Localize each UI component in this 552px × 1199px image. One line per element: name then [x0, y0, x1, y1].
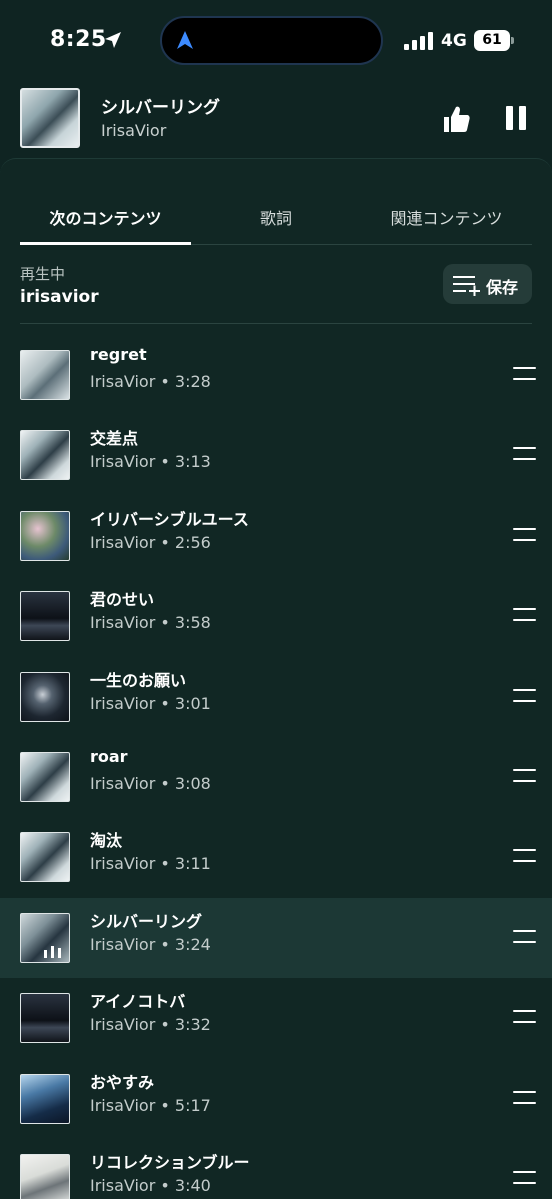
- track-artwork: [20, 430, 70, 481]
- drag-handle-icon[interactable]: [513, 849, 536, 863]
- track-artwork: [20, 751, 70, 802]
- tab-related[interactable]: 関連コンテンツ: [361, 205, 532, 229]
- queue-item[interactable]: roar IrisaVior • 3:08: [0, 737, 552, 817]
- signal-bars-icon: [404, 32, 433, 50]
- queue-item[interactable]: 淘汰 IrisaVior • 3:11: [0, 817, 552, 897]
- track-title: 交差点: [90, 429, 139, 449]
- queue-item[interactable]: 一生のお願い IrisaVior • 3:01: [0, 657, 552, 737]
- active-tab-indicator: [20, 242, 191, 245]
- track-title: 君のせい: [90, 590, 155, 610]
- save-button-label: 保存: [486, 278, 519, 297]
- track-artwork: [20, 1073, 70, 1124]
- track-artist-duration: IrisaVior • 3:32: [90, 1015, 211, 1035]
- drag-handle-icon[interactable]: [513, 1090, 536, 1105]
- up-next-sheet: 次のコンテンツ 歌詞 関連コンテンツ 再生中 irisavior 保存 regr…: [0, 158, 552, 1199]
- music-player-screen: 8:25 4G 61 シルバーリング IrisaVior 次のコンテンツ 歌詞 …: [0, 0, 552, 1199]
- track-artwork: [20, 993, 70, 1044]
- status-time: 8:25: [50, 27, 107, 52]
- track-artist-duration: IrisaVior • 3:24: [90, 934, 211, 954]
- queue-item-current[interactable]: シルバーリング IrisaVior • 3:24: [0, 897, 552, 979]
- queue-item[interactable]: イリバーシブルユース IrisaVior • 2:56: [0, 496, 552, 576]
- drag-handle-icon[interactable]: [513, 527, 536, 542]
- track-artist-duration: IrisaVior • 3:11: [90, 854, 211, 874]
- drag-handle-icon[interactable]: [513, 688, 536, 703]
- track-artwork: [20, 671, 70, 722]
- track-title: regret: [90, 345, 147, 364]
- track-title: おやすみ: [90, 1072, 155, 1092]
- track-title: イリバーシブルユース: [90, 509, 249, 529]
- divider: [20, 323, 532, 324]
- track-artist-duration: IrisaVior • 3:28: [90, 372, 211, 391]
- track-artwork: [20, 350, 70, 400]
- queue-item[interactable]: おやすみ IrisaVior • 5:17: [0, 1059, 552, 1139]
- track-artist-duration: IrisaVior • 3:13: [90, 452, 211, 472]
- track-artwork: [20, 1153, 70, 1199]
- track-artwork: [20, 832, 70, 883]
- track-title: 淘汰: [90, 831, 123, 851]
- network-type: 4G: [441, 31, 467, 51]
- track-artwork: [20, 591, 70, 642]
- drag-handle-icon[interactable]: [513, 367, 536, 381]
- queue-item[interactable]: regret IrisaVior • 3:28: [0, 335, 552, 415]
- queue-item[interactable]: アイノコトバ IrisaVior • 3:32: [0, 978, 552, 1058]
- track-artist-duration: IrisaVior • 3:01: [90, 693, 211, 713]
- drag-handle-icon[interactable]: [513, 768, 536, 783]
- tab-bar: 次のコンテンツ 歌詞 関連コンテンツ: [20, 159, 532, 245]
- playlist-add-icon: [453, 276, 480, 296]
- now-playing-artwork: [20, 88, 80, 148]
- track-artwork: [20, 912, 70, 963]
- battery-nub: [511, 37, 514, 44]
- save-queue-button[interactable]: 保存: [443, 264, 532, 304]
- thumbs-up-icon[interactable]: [440, 103, 472, 135]
- drag-handle-icon[interactable]: [513, 447, 536, 461]
- drag-handle-icon[interactable]: [513, 608, 536, 622]
- now-playing-artist: IrisaVior: [101, 121, 167, 140]
- track-title: リコレクションブルー: [90, 1152, 250, 1172]
- equalizer-icon: [44, 945, 61, 958]
- pause-button[interactable]: [506, 106, 528, 132]
- tab-lyrics[interactable]: 歌詞: [191, 205, 361, 229]
- queue-list: regret IrisaVior • 3:28 交差点 IrisaVior • 3:1…: [0, 335, 552, 1199]
- playing-from-label: 再生中: [20, 265, 66, 283]
- track-title: アイノコトバ: [90, 992, 186, 1012]
- track-artist-duration: IrisaVior • 2:56: [90, 532, 211, 552]
- location-arrow-icon: [105, 32, 121, 48]
- playing-from-source: irisavior: [20, 287, 99, 307]
- track-artist-duration: IrisaVior • 3:40: [90, 1175, 211, 1195]
- drag-handle-icon[interactable]: [513, 1010, 536, 1024]
- track-artwork: [20, 510, 70, 561]
- battery-icon: 61: [474, 30, 510, 51]
- now-playing-title: シルバーリング: [101, 98, 220, 118]
- track-title: roar: [90, 746, 128, 766]
- queue-item[interactable]: 交差点 IrisaVior • 3:13: [0, 415, 552, 495]
- queue-item[interactable]: リコレクションブルー IrisaVior • 3:40: [0, 1139, 552, 1199]
- drag-handle-icon[interactable]: [513, 1170, 536, 1185]
- tab-up-next[interactable]: 次のコンテンツ: [20, 205, 191, 229]
- status-bar: 8:25 4G 61: [0, 0, 552, 82]
- mini-player[interactable]: シルバーリング IrisaVior: [0, 82, 552, 158]
- track-artist-duration: IrisaVior • 5:17: [90, 1095, 211, 1115]
- track-artist-duration: IrisaVior • 3:08: [90, 773, 211, 793]
- queue-item[interactable]: 君のせい IrisaVior • 3:58: [0, 576, 552, 656]
- track-title: 一生のお願い: [90, 670, 187, 690]
- track-title: シルバーリング: [90, 911, 203, 931]
- navigation-arrow-icon: [177, 31, 193, 49]
- track-artist-duration: IrisaVior • 3:58: [90, 613, 211, 633]
- drag-handle-icon[interactable]: [513, 929, 536, 944]
